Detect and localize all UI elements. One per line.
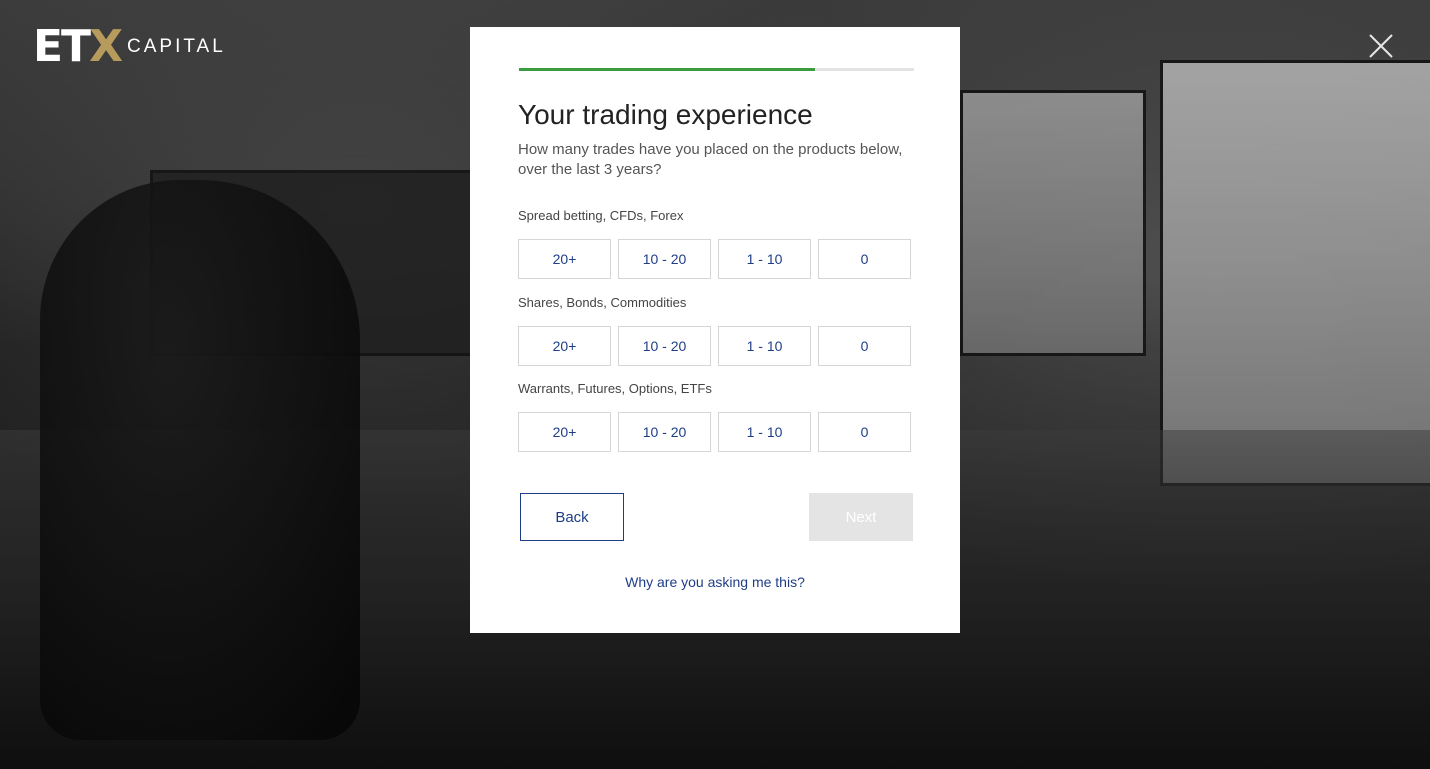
question-warrants-futures: Warrants, Futures, Options, ETFs 20+ 10 … — [518, 381, 911, 452]
option-20-plus[interactable]: 20+ — [518, 412, 611, 452]
back-button[interactable]: Back — [520, 493, 624, 541]
progress-bar-fill — [519, 68, 816, 71]
question-label: Warrants, Futures, Options, ETFs — [518, 381, 712, 396]
option-20-plus[interactable]: 20+ — [518, 326, 611, 366]
answer-options: 20+ 10 - 20 1 - 10 0 — [518, 412, 911, 452]
option-1-10[interactable]: 1 - 10 — [718, 412, 811, 452]
option-1-10[interactable]: 1 - 10 — [718, 326, 811, 366]
logo-wordmark: CAPITAL — [127, 36, 226, 57]
option-0[interactable]: 0 — [818, 239, 911, 279]
question-spread-betting: Spread betting, CFDs, Forex 20+ 10 - 20 … — [518, 208, 911, 279]
next-button[interactable]: Next — [809, 493, 913, 541]
logo-mark-x: X — [89, 21, 123, 72]
trading-experience-modal: Your trading experience How many trades … — [470, 27, 960, 633]
answer-options: 20+ 10 - 20 1 - 10 0 — [518, 239, 911, 279]
close-button[interactable] — [1368, 33, 1394, 59]
modal-title: Your trading experience — [518, 99, 813, 130]
option-20-plus[interactable]: 20+ — [518, 239, 611, 279]
option-0[interactable]: 0 — [818, 326, 911, 366]
progress-bar — [519, 68, 914, 71]
option-10-20[interactable]: 10 - 20 — [618, 412, 711, 452]
etx-capital-logo[interactable]: ETX CAPITAL — [33, 25, 226, 69]
question-label: Shares, Bonds, Commodities — [518, 295, 687, 310]
option-10-20[interactable]: 10 - 20 — [618, 239, 711, 279]
close-icon — [1369, 34, 1393, 58]
option-10-20[interactable]: 10 - 20 — [618, 326, 711, 366]
option-0[interactable]: 0 — [818, 412, 911, 452]
logo-mark-prefix: ET — [33, 21, 91, 72]
option-1-10[interactable]: 1 - 10 — [718, 239, 811, 279]
question-label: Spread betting, CFDs, Forex — [518, 208, 684, 223]
logo-mark: ETX — [33, 25, 123, 69]
why-asking-link[interactable]: Why are you asking me this? — [470, 574, 960, 590]
background-monitor — [1160, 60, 1430, 486]
modal-subtitle: How many trades have you placed on the p… — [518, 141, 903, 178]
background-chair — [40, 180, 360, 740]
background-monitor — [960, 90, 1146, 356]
question-shares-bonds: Shares, Bonds, Commodities 20+ 10 - 20 1… — [518, 295, 911, 366]
answer-options: 20+ 10 - 20 1 - 10 0 — [518, 326, 911, 366]
